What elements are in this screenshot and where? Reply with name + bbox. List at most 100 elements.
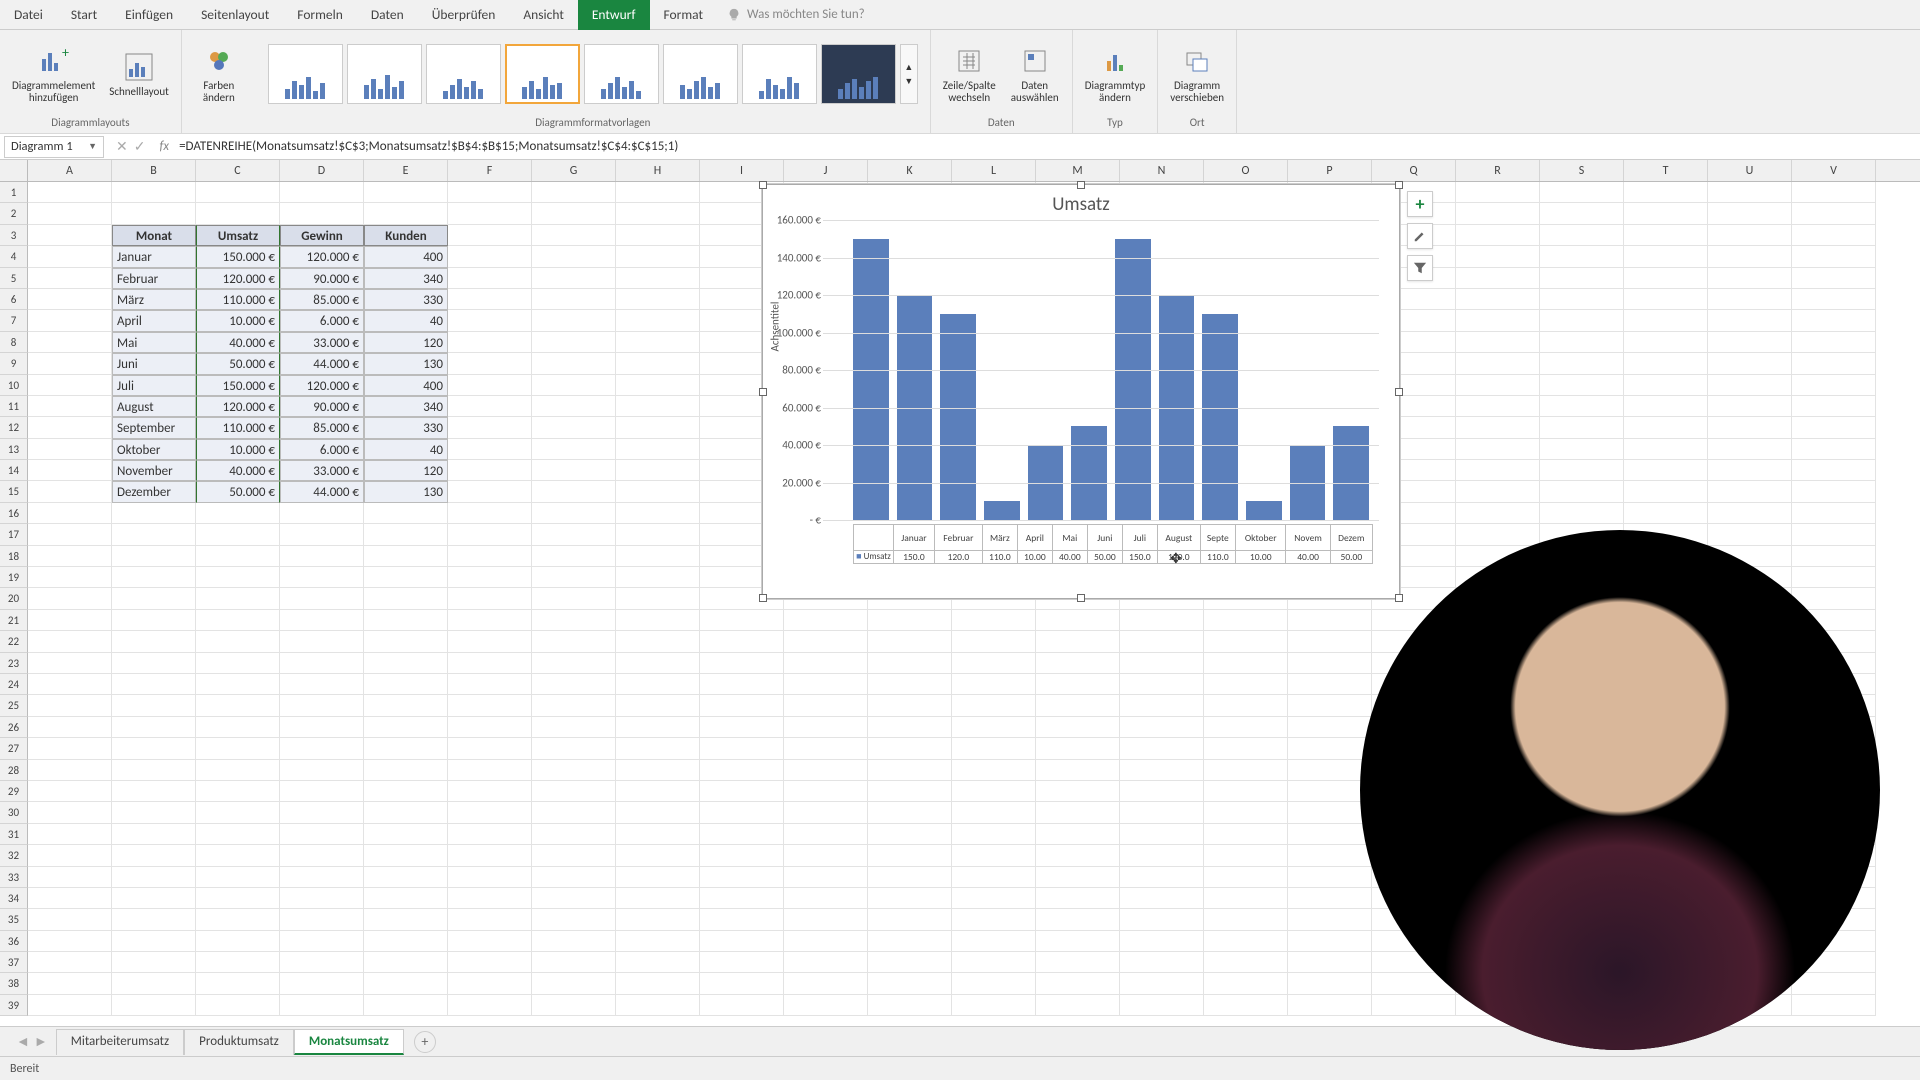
cell[interactable] [1204, 695, 1288, 716]
cell[interactable] [448, 246, 532, 267]
cell[interactable] [1456, 353, 1540, 374]
cell[interactable] [448, 653, 532, 674]
cell[interactable] [1624, 481, 1708, 502]
cell[interactable] [448, 182, 532, 203]
column-header-S[interactable]: S [1540, 160, 1624, 181]
cell[interactable] [784, 653, 868, 674]
cell[interactable] [1120, 760, 1204, 781]
cell[interactable] [616, 182, 700, 203]
row-header-16[interactable]: 16 [0, 503, 28, 524]
cell[interactable]: 44.000 € [280, 481, 364, 502]
cell[interactable] [1120, 867, 1204, 888]
cell[interactable]: 110.000 € [196, 417, 280, 438]
cell[interactable] [112, 760, 196, 781]
cell[interactable] [112, 524, 196, 545]
cell[interactable] [364, 203, 448, 224]
cell[interactable] [532, 460, 616, 481]
cell[interactable] [112, 182, 196, 203]
cell[interactable] [1036, 695, 1120, 716]
cell[interactable] [1204, 760, 1288, 781]
tab-nav-prev-icon[interactable]: ◄ [16, 1033, 30, 1050]
change-chart-type-button[interactable]: Diagrammtyp ändern [1081, 40, 1150, 108]
cell[interactable] [1120, 845, 1204, 866]
cell[interactable] [1204, 973, 1288, 994]
cell[interactable] [700, 610, 784, 631]
chart-elements-plus-button[interactable]: + [1407, 191, 1433, 217]
cell[interactable] [196, 717, 280, 738]
cell[interactable] [448, 396, 532, 417]
cell[interactable] [616, 824, 700, 845]
cell[interactable]: 33.000 € [280, 460, 364, 481]
cell[interactable] [868, 631, 952, 652]
cell[interactable] [1624, 268, 1708, 289]
cell[interactable] [952, 909, 1036, 930]
change-colors-button[interactable]: Farben ändern [190, 40, 248, 108]
cell[interactable] [1708, 246, 1792, 267]
chart-style-5[interactable] [584, 44, 659, 104]
cell[interactable] [448, 524, 532, 545]
cell[interactable] [784, 631, 868, 652]
cell[interactable] [868, 610, 952, 631]
cell[interactable] [1708, 417, 1792, 438]
cell[interactable] [616, 909, 700, 930]
cell[interactable] [448, 289, 532, 310]
cell[interactable] [700, 802, 784, 823]
cell[interactable] [700, 695, 784, 716]
cell[interactable] [1708, 439, 1792, 460]
cell[interactable] [784, 610, 868, 631]
chart-bar[interactable] [1202, 314, 1238, 520]
cell[interactable] [1036, 824, 1120, 845]
cell[interactable]: 330 [364, 417, 448, 438]
cell[interactable] [28, 867, 112, 888]
chart-bar[interactable] [1333, 426, 1369, 520]
cell[interactable] [616, 760, 700, 781]
cell[interactable] [532, 332, 616, 353]
cell[interactable]: März [112, 289, 196, 310]
cell[interactable] [1792, 396, 1876, 417]
cell[interactable]: 40.000 € [196, 332, 280, 353]
cell[interactable] [784, 931, 868, 952]
column-header-P[interactable]: P [1288, 160, 1372, 181]
row-header-29[interactable]: 29 [0, 781, 28, 802]
cell[interactable]: 120.000 € [196, 396, 280, 417]
chart-style-4[interactable] [505, 44, 580, 104]
cell[interactable] [616, 674, 700, 695]
cell[interactable] [1624, 375, 1708, 396]
cell[interactable] [280, 182, 364, 203]
cell[interactable]: 150.000 € [196, 375, 280, 396]
cell[interactable] [1456, 460, 1540, 481]
cell[interactable] [1120, 610, 1204, 631]
cell[interactable] [448, 567, 532, 588]
cell[interactable] [616, 353, 700, 374]
cell[interactable]: 40.000 € [196, 460, 280, 481]
cell[interactable] [1036, 674, 1120, 695]
cell[interactable] [448, 781, 532, 802]
cell[interactable] [1540, 417, 1624, 438]
row-header-37[interactable]: 37 [0, 952, 28, 973]
chart-style-3[interactable] [426, 44, 501, 104]
cell[interactable] [1036, 888, 1120, 909]
cell[interactable] [28, 396, 112, 417]
cell[interactable] [1456, 332, 1540, 353]
cell[interactable] [1120, 995, 1204, 1016]
cell[interactable] [532, 909, 616, 930]
cell[interactable]: 44.000 € [280, 353, 364, 374]
cell[interactable] [532, 952, 616, 973]
row-header-32[interactable]: 32 [0, 845, 28, 866]
cell[interactable] [28, 695, 112, 716]
cell[interactable] [112, 888, 196, 909]
cell[interactable] [532, 503, 616, 524]
cell[interactable]: 120.000 € [196, 268, 280, 289]
cell[interactable] [1792, 375, 1876, 396]
cell[interactable]: 50.000 € [196, 481, 280, 502]
cell[interactable] [532, 203, 616, 224]
chart-style-gallery[interactable]: ▲▼ [264, 34, 922, 114]
cell[interactable] [280, 503, 364, 524]
cell[interactable] [196, 653, 280, 674]
cell[interactable] [532, 653, 616, 674]
cancel-formula-icon[interactable]: ✕ [116, 138, 128, 155]
cell[interactable]: 340 [364, 268, 448, 289]
cell[interactable] [1120, 717, 1204, 738]
cell[interactable] [700, 631, 784, 652]
cell[interactable] [1540, 225, 1624, 246]
